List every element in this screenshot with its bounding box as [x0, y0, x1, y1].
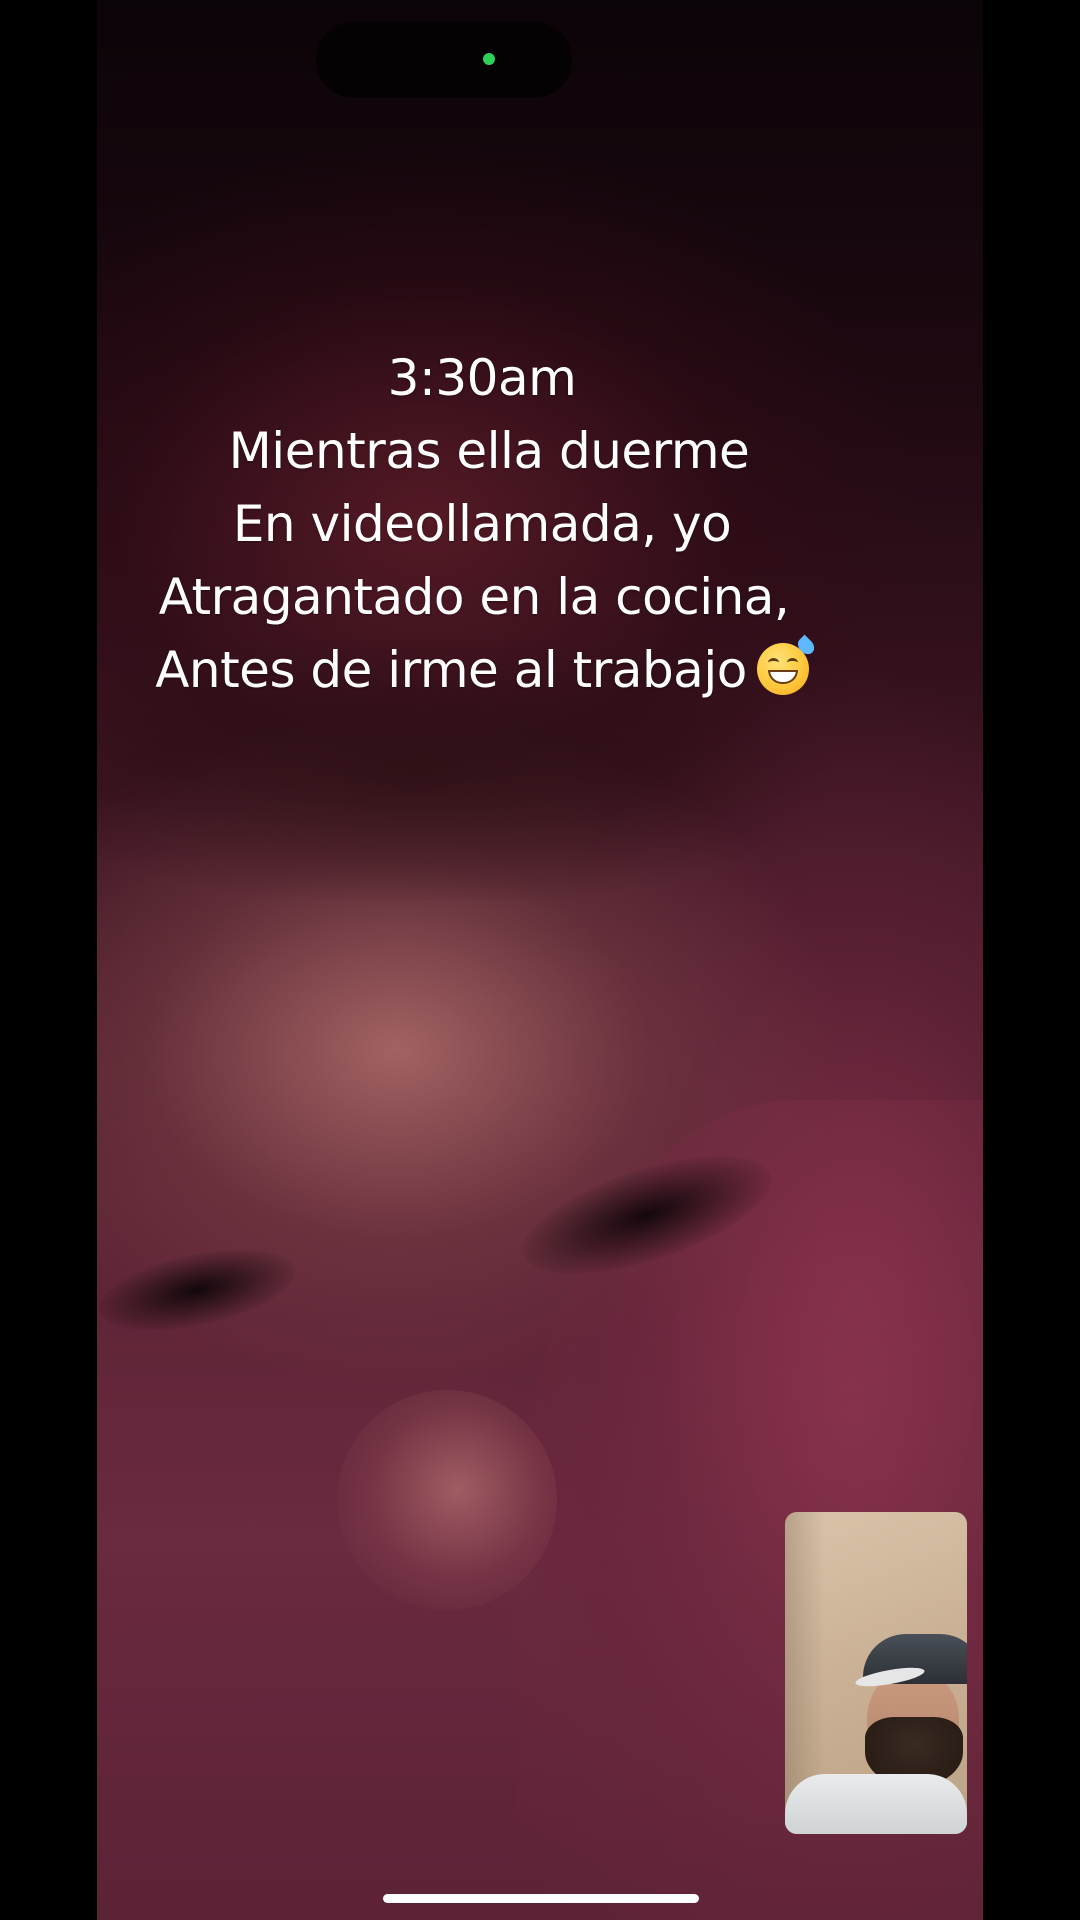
- self-view-shirt: [785, 1774, 967, 1834]
- caption-line-last: Antes de irme al trabajo: [97, 634, 867, 707]
- caption-line: 3:30am: [387, 349, 577, 407]
- self-view-pip[interactable]: [785, 1512, 967, 1834]
- caption-line: En videollamada, yo: [232, 495, 732, 553]
- remote-video-eyelash-left: [97, 1234, 303, 1346]
- grinning-face-with-sweat-icon: [756, 634, 818, 695]
- caption-line-text: Antes de irme al trabajo: [155, 641, 747, 699]
- video-caption: 3:30am Mientras ella duerme En videollam…: [97, 342, 867, 707]
- caption-line: Atragantado en la cocina,: [158, 568, 790, 626]
- caption-line: Mientras ella duerme: [228, 422, 750, 480]
- camera-in-use-indicator-icon: [483, 53, 495, 65]
- dynamic-island: [316, 22, 572, 98]
- remote-video-face-highlight: [337, 1390, 557, 1610]
- home-indicator[interactable]: [383, 1894, 699, 1903]
